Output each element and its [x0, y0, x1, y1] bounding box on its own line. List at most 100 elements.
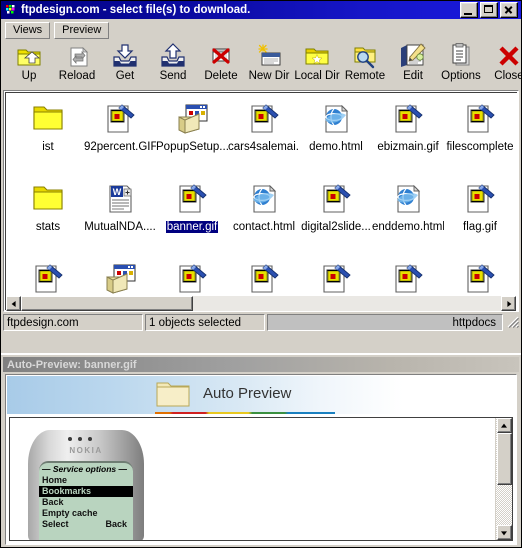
toolbar-delete[interactable]: Delete: [197, 41, 245, 82]
toolbar-options[interactable]: Options: [437, 41, 485, 82]
vscroll-thumb[interactable]: [496, 433, 512, 485]
image-file-icon: [464, 263, 496, 295]
file-item[interactable]: filescomplete: [444, 97, 516, 177]
toolbar-options-label: Options: [441, 70, 481, 82]
folder-file-icon: [32, 183, 64, 215]
file-item[interactable]: contact.html: [228, 177, 300, 257]
nokia-phone-image: NOKIA — Service options — Home Bookmarks…: [28, 430, 144, 540]
maximize-button[interactable]: [480, 2, 498, 18]
image-file-icon: [320, 183, 352, 215]
file-item[interactable]: demo.html: [300, 97, 372, 177]
file-list-inner: ist 92percent.GIF PopupSetup... cars4salema…: [5, 92, 518, 311]
image-file-icon: [392, 103, 424, 135]
reload-page-icon: [62, 42, 92, 70]
auto-preview-panel: Auto-Preview: banner.gif Auto Preview NO…: [1, 353, 521, 547]
remote-search-icon: [350, 42, 380, 70]
toolbar-newdir-label: New Dir: [248, 70, 290, 82]
setup-file-icon: [104, 263, 136, 295]
file-list-hscrollbar[interactable]: [6, 296, 516, 311]
file-item-label: ebizmain.gif: [377, 141, 439, 153]
softkey-left-label: Select: [42, 519, 69, 529]
toolbar-edit[interactable]: Edit: [389, 41, 437, 82]
image-file-icon: [248, 103, 280, 135]
phone-menu-item-bookmarks: Bookmarks: [39, 486, 133, 497]
menu-bar: Views Preview: [1, 19, 521, 39]
html-file-icon: [248, 183, 280, 215]
scroll-down-button[interactable]: [496, 525, 512, 540]
file-item-label: cars4salemai...: [228, 141, 300, 153]
file-item-label: enddemo.html: [372, 221, 444, 233]
close-button[interactable]: [500, 2, 518, 18]
file-item-label: MutualNDA....: [84, 221, 156, 233]
file-item[interactable]: enddemo.html: [372, 177, 444, 257]
status-host: ftpdesign.com: [3, 314, 143, 331]
window-title: ftpdesign.com - select file(s) to downlo…: [21, 4, 251, 16]
hscroll-track[interactable]: [193, 296, 501, 311]
toolbar: Up Reload Get Send Delete New Dir Local …: [1, 39, 522, 89]
toolbar-reload[interactable]: Reload: [53, 41, 101, 82]
file-item[interactable]: W MutualNDA....: [84, 177, 156, 257]
toolbar-delete-label: Delete: [204, 70, 238, 82]
status-selection: 1 objects selected: [145, 314, 265, 331]
file-item[interactable]: flag.gif: [444, 177, 516, 257]
toolbar-get[interactable]: Get: [101, 41, 149, 82]
toolbar-send[interactable]: Send: [149, 41, 197, 82]
phone-menu-item-back: Back: [42, 497, 64, 507]
file-item-label: banner.gif: [165, 221, 219, 233]
file-item-label: digital2slide...: [301, 221, 371, 233]
file-item-label: 92percent.GIF: [84, 141, 156, 153]
file-grid[interactable]: ist 92percent.GIF PopupSetup... cars4salema…: [12, 97, 518, 311]
menu-preview[interactable]: Preview: [54, 21, 110, 39]
minimize-button[interactable]: [460, 2, 478, 18]
phone-screen: — Service options — Home Bookmarks Back …: [39, 461, 133, 540]
preview-image-area: NOKIA — Service options — Home Bookmarks…: [9, 417, 513, 541]
file-item[interactable]: digital2slide...: [300, 177, 372, 257]
vscroll-track[interactable]: [497, 485, 512, 525]
toolbar-close[interactable]: Close: [485, 41, 522, 82]
ftp-client-window: ftpdesign.com - select file(s) to downlo…: [0, 0, 522, 548]
scroll-up-button[interactable]: [496, 418, 512, 433]
setup-file-icon: [176, 103, 208, 135]
toolbar-up[interactable]: Up: [5, 41, 53, 82]
preview-banner-text: Auto Preview: [203, 385, 292, 402]
file-item-label: ist: [42, 141, 54, 153]
delete-x-icon: [206, 42, 236, 70]
toolbar-edit-label: Edit: [403, 70, 423, 82]
toolbar-remote[interactable]: Remote: [341, 41, 389, 82]
html-file-icon: [320, 103, 352, 135]
file-item-label: contact.html: [233, 221, 295, 233]
image-file-icon: [176, 183, 208, 215]
html-file-icon: [392, 183, 424, 215]
toolbar-newdir[interactable]: New Dir: [245, 41, 293, 82]
phone-screen-header: — Service options —: [42, 464, 128, 474]
preview-vscrollbar[interactable]: [495, 418, 512, 540]
file-item[interactable]: stats: [12, 177, 84, 257]
file-item[interactable]: PopupSetup...: [156, 97, 228, 177]
file-item-label: demo.html: [309, 141, 363, 153]
toolbar-remote-label: Remote: [344, 70, 386, 82]
scroll-left-button[interactable]: [6, 296, 21, 311]
file-item[interactable]: cars4salemai...: [228, 97, 300, 177]
toolbar-localdir[interactable]: Local Dir: [293, 41, 341, 82]
phone-speaker-dots: [68, 437, 92, 441]
image-file-icon: [176, 263, 208, 295]
title-bar: ftpdesign.com - select file(s) to downlo…: [1, 1, 521, 19]
file-item[interactable]: banner.gif: [156, 177, 228, 257]
new-folder-icon: [254, 42, 284, 70]
file-item-label: PopupSetup...: [156, 141, 228, 153]
resize-grip[interactable]: [505, 314, 520, 331]
download-tray-icon: [110, 42, 140, 70]
folder-up-icon: [14, 42, 44, 70]
file-item[interactable]: ebizmain.gif: [372, 97, 444, 177]
image-file-icon: [320, 263, 352, 295]
status-bar: ftpdesign.com 1 objects selected httpdoc…: [3, 314, 520, 331]
hscroll-thumb[interactable]: [21, 296, 193, 311]
file-item[interactable]: 92percent.GIF: [84, 97, 156, 177]
scroll-right-button[interactable]: [501, 296, 516, 311]
image-file-icon: [32, 263, 64, 295]
word-file-icon: W: [104, 183, 136, 215]
ftp-app-icon: [4, 3, 18, 17]
upload-tray-icon: [158, 42, 188, 70]
menu-views[interactable]: Views: [5, 21, 51, 39]
file-item[interactable]: ist: [12, 97, 84, 177]
